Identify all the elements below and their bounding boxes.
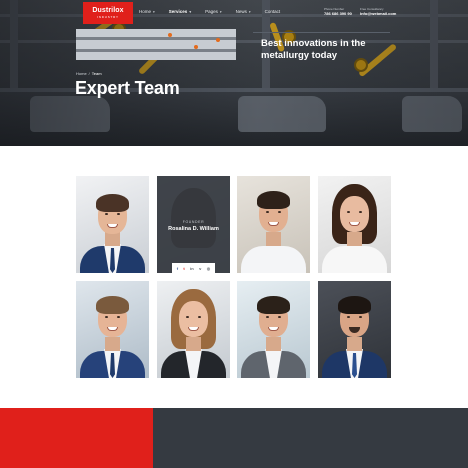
- eye: [186, 316, 189, 318]
- nav-contact[interactable]: Contact: [265, 9, 281, 14]
- page-title: Expert Team: [75, 78, 180, 98]
- header-email[interactable]: Free Consultancy Info@webmail.com: [360, 7, 396, 16]
- nav-services[interactable]: Services ▾: [169, 9, 191, 14]
- header-phone[interactable]: Phone Number 786 686 390 90: [324, 7, 352, 16]
- eye: [117, 213, 120, 215]
- team-card[interactable]: [157, 281, 230, 378]
- promo-section: [0, 408, 468, 468]
- spark: [216, 38, 220, 42]
- neck: [266, 232, 281, 246]
- hair: [96, 296, 129, 314]
- eye: [359, 211, 362, 213]
- breadcrumb-home[interactable]: Home: [76, 71, 87, 76]
- hair: [338, 296, 371, 314]
- spark: [168, 33, 172, 37]
- nav-label: Contact: [264, 9, 281, 14]
- team-card[interactable]: [76, 176, 149, 273]
- nav-label: Home: [139, 9, 152, 14]
- nav-label: Services: [168, 9, 188, 14]
- blouse: [322, 246, 387, 273]
- member-role: FOUNDER: [182, 220, 205, 224]
- promo-red-block: [0, 408, 153, 468]
- shirt: [241, 246, 306, 273]
- phone-number: 786 686 390 90: [324, 11, 352, 16]
- spark: [194, 45, 198, 49]
- promo-dark-block: [153, 408, 468, 468]
- eye: [347, 211, 350, 213]
- face: [340, 196, 369, 232]
- email-address: Info@webmail.com: [360, 11, 397, 16]
- team-card-featured[interactable]: FOUNDER Rosalina D. William f t in v ◎: [157, 176, 230, 273]
- eye: [266, 211, 269, 213]
- eye: [359, 316, 362, 318]
- instagram-icon[interactable]: ◎: [207, 266, 211, 271]
- pipe: [76, 49, 236, 52]
- breadcrumb-separator: /: [88, 71, 90, 76]
- nav-home[interactable]: Home ▾: [139, 9, 155, 14]
- team-card[interactable]: [318, 281, 391, 378]
- eye: [198, 316, 201, 318]
- main-nav: Home ▾ Services ▾ Pages ▾ News ▾ Contact: [139, 9, 280, 14]
- chevron-down-icon: ▾: [189, 9, 192, 14]
- facebook-icon[interactable]: f: [177, 266, 178, 271]
- linkedin-icon[interactable]: in: [190, 266, 194, 271]
- team-card[interactable]: [76, 281, 149, 378]
- social-links: f t in v ◎: [172, 263, 215, 273]
- nav-news[interactable]: News ▾: [236, 9, 251, 14]
- team-card[interactable]: [237, 176, 310, 273]
- logo-name: Dustrilox: [92, 7, 124, 14]
- hair: [257, 296, 290, 314]
- eye: [266, 316, 269, 318]
- promo-divider: [253, 32, 390, 33]
- neck: [347, 232, 362, 246]
- face: [179, 301, 208, 337]
- vimeo-icon[interactable]: v: [199, 266, 201, 271]
- logo-tagline: INDUSTRY: [97, 15, 119, 19]
- chevron-down-icon: ▾: [248, 9, 251, 14]
- site-logo[interactable]: Dustrilox INDUSTRY: [83, 2, 133, 24]
- hair: [257, 191, 290, 209]
- eye: [117, 316, 120, 318]
- team-grid: FOUNDER Rosalina D. William f t in v ◎: [76, 176, 391, 378]
- neck: [105, 232, 120, 246]
- eye: [105, 213, 108, 215]
- neck: [347, 337, 362, 351]
- member-name[interactable]: Rosalina D. William: [157, 226, 230, 232]
- promo-image: [76, 29, 236, 60]
- chevron-down-icon: ▾: [153, 9, 155, 14]
- breadcrumb-current: Team: [91, 71, 102, 76]
- eye: [278, 211, 281, 213]
- team-card[interactable]: [237, 281, 310, 378]
- hair: [96, 194, 129, 212]
- promo-title: Best innovations in the metallurgy today: [261, 38, 366, 61]
- site-header: Dustrilox INDUSTRY Home ▾ Services ▾ Pag…: [0, 0, 468, 26]
- twitter-icon[interactable]: t: [183, 266, 184, 271]
- chevron-down-icon: ▾: [219, 9, 222, 14]
- nav-label: News: [235, 9, 247, 14]
- eye: [105, 316, 108, 318]
- team-card[interactable]: [318, 176, 391, 273]
- breadcrumb: Home / Team: [76, 71, 102, 76]
- card-hover-overlay: [157, 176, 230, 273]
- eye: [278, 316, 281, 318]
- pipe: [76, 37, 236, 40]
- nav-label: Pages: [205, 9, 218, 14]
- neck: [186, 337, 201, 351]
- nav-pages[interactable]: Pages ▾: [205, 9, 222, 14]
- eye: [347, 316, 350, 318]
- neck: [266, 337, 281, 351]
- neck: [105, 337, 120, 351]
